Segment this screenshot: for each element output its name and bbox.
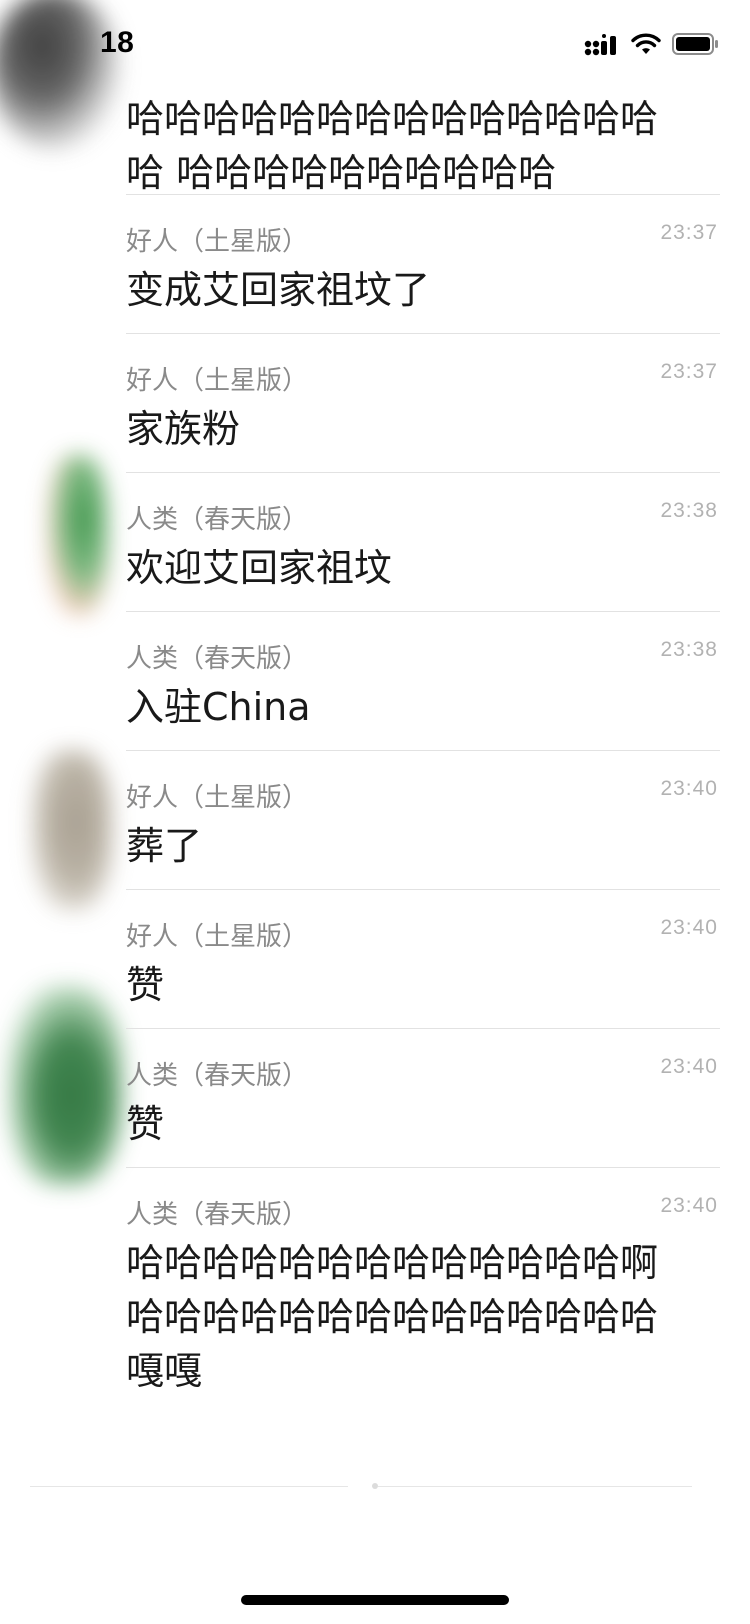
sender-name: 人类（春天版） <box>126 505 309 535</box>
message-time: 23:40 <box>660 777 718 800</box>
message-content: 变成艾回家祖坟了 <box>126 268 431 312</box>
message-content: 哈哈哈哈哈哈哈哈哈哈哈哈哈哈哈 哈哈哈哈哈哈哈哈哈哈 <box>126 97 659 195</box>
sender-name: 人类（春天版） <box>126 1061 309 1091</box>
home-indicator[interactable] <box>241 1595 509 1605</box>
list-item[interactable]: 好人（土星版） 23:37 变成艾回家祖坟了 <box>126 194 720 333</box>
status-bar: 18 <box>0 0 750 88</box>
message-content: 欢迎艾回家祖坟 <box>126 546 393 590</box>
message-content: 赞 <box>126 963 165 1007</box>
sender-name: 好人（土星版） <box>126 783 309 813</box>
list-item[interactable]: 人类（春天版） 23:38 入驻China <box>126 611 720 750</box>
message-content: 葬了 <box>126 824 203 868</box>
list-item[interactable]: 好人（土星版） 23:37 家族粉 <box>126 333 720 472</box>
end-divider <box>30 1486 348 1487</box>
sender-name: 好人（土星版） <box>126 922 309 952</box>
message-time: 23:38 <box>660 499 718 522</box>
list-item[interactable]: 人类（春天版） 23:40 赞 <box>126 1028 720 1167</box>
list-item[interactable]: 人类（春天版） 23:38 欢迎艾回家祖坟 <box>126 472 720 611</box>
message-content: 家族粉 <box>126 407 241 451</box>
list-item[interactable]: 人类（春天版） 23:40 哈哈哈哈哈哈哈哈哈哈哈哈哈啊哈哈哈哈哈哈哈哈哈哈哈哈… <box>126 1167 720 1407</box>
battery-icon <box>672 33 718 55</box>
wifi-icon <box>631 33 661 54</box>
message-content: 入驻China <box>126 685 311 729</box>
message-time: 23:40 <box>660 1055 718 1078</box>
list-item[interactable]: 好人（土星版） 23:40 葬了 <box>126 750 720 889</box>
message-time: 23:37 <box>660 221 718 244</box>
cellular-signal-icon <box>584 34 616 56</box>
message-time: 23:40 <box>660 916 718 939</box>
sender-name: 好人（土星版） <box>126 227 309 257</box>
avatar[interactable] <box>8 985 123 1185</box>
avatar[interactable] <box>32 750 112 910</box>
message-time: 23:40 <box>660 1194 718 1217</box>
message-time: 23:37 <box>660 360 718 383</box>
sender-name: 好人（土星版） <box>126 366 309 396</box>
end-divider <box>378 1486 692 1487</box>
status-time: 18 <box>100 26 135 59</box>
message-time: 23:38 <box>660 638 718 661</box>
message-content: 哈哈哈哈哈哈哈哈哈哈哈哈哈啊哈哈哈哈哈哈哈哈哈哈哈哈哈哈嘎嘎 <box>126 1241 659 1393</box>
list-item[interactable]: 好人（土星版） 23:40 赞 <box>126 889 720 1028</box>
status-icons <box>584 30 720 58</box>
message-content: 赞 <box>126 1102 165 1146</box>
avatar[interactable] <box>48 455 108 615</box>
sender-name: 人类（春天版） <box>126 644 309 674</box>
sender-name: 人类（春天版） <box>126 1200 309 1230</box>
